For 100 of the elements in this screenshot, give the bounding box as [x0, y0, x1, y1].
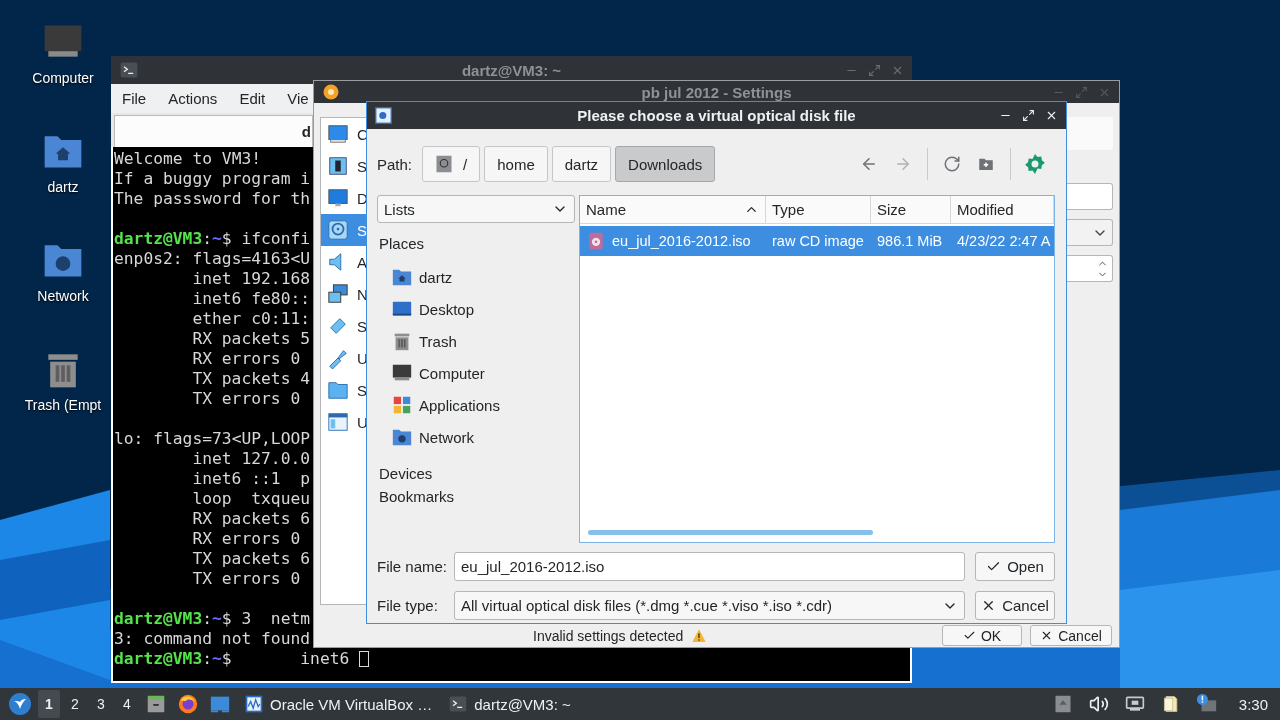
terminal-line: The passsword for th [114, 189, 311, 209]
desktop-icon-label[interactable]: dartz [47, 179, 79, 195]
place-item[interactable]: dartz [377, 261, 575, 293]
ok-button[interactable]: OK [942, 625, 1022, 646]
table-cell: eu_jul_2016-2012.iso [580, 226, 766, 256]
place-item[interactable]: Computer [377, 357, 575, 389]
spin-box[interactable] [1067, 255, 1113, 282]
workspace-button[interactable]: 4 [116, 690, 138, 718]
cancel-button[interactable]: Cancel [975, 591, 1055, 620]
place-item[interactable]: Applications [377, 389, 575, 421]
workspace-button[interactable]: 1 [38, 690, 60, 718]
table-cell-text: raw CD image [771, 232, 865, 251]
terminal-line: TX errors 0 [191, 389, 301, 409]
window-icon [327, 411, 349, 433]
terminal-line: TX packets 6 [191, 549, 311, 569]
drive-icon [435, 154, 454, 174]
path-button[interactable]: Downloads [615, 146, 716, 182]
terminal-line: If a buggy program i [114, 169, 311, 189]
cancel-button[interactable]: Cancel [1030, 625, 1112, 646]
column-header[interactable]: Type [766, 196, 871, 223]
path-button[interactable]: / [422, 146, 481, 182]
settings-section[interactable]: S [321, 150, 366, 182]
terminal-line: dartz@VM3:~$ 3 netm [114, 609, 311, 629]
open-button[interactable]: Open [975, 552, 1055, 581]
table-cell-text: 986.1 MiB [876, 232, 944, 251]
settings-section[interactable]: U [321, 406, 366, 438]
file-type-dropdown[interactable]: All virtual optical disk files (*.dmg *.cue *.viso *.iso *.cdr) [454, 591, 965, 620]
menu-item[interactable]: Vie [287, 90, 317, 107]
window-title: dartz@VM3: ~ [461, 61, 562, 79]
maximize-icon[interactable] [1022, 109, 1035, 122]
start-button[interactable] [6, 690, 34, 718]
terminal-line: loop txqueu [191, 489, 311, 509]
terminal-tab[interactable]: d [114, 115, 313, 147]
monitor-graph-icon [244, 694, 264, 714]
settings-section[interactable]: S [321, 310, 366, 342]
network-icon [327, 283, 349, 305]
terminal-line: RX packets 5 [191, 329, 311, 349]
status-message: Invalid settings detected [533, 627, 684, 644]
taskbar-task[interactable]: Oracle VM VirtualBox … [238, 689, 439, 719]
menu-item[interactable]: Edit [239, 90, 274, 107]
desktop-icon-label[interactable]: Network [37, 288, 89, 304]
terminal-line: inet6 ::1 p [191, 469, 311, 489]
clock[interactable]: 3:30 [1238, 695, 1268, 713]
text-field[interactable] [1067, 183, 1113, 210]
settings-section[interactable]: N [321, 278, 366, 310]
workspace-button[interactable]: 3 [90, 690, 112, 718]
terminal-line: lo: flags=73<UP,LOOP [114, 429, 311, 449]
terminal-icon [119, 60, 139, 80]
terminal-line: TX packets 4 [191, 369, 311, 389]
terminal-line: inet6 [300, 649, 350, 669]
monitor-icon [327, 187, 349, 209]
view-dropdown[interactable]: Lists [377, 195, 575, 223]
terminal-line: inet 192.168 [191, 269, 311, 289]
close-icon[interactable] [1045, 109, 1058, 122]
terminal-line: TX errors 0 [191, 569, 301, 589]
scrollbar-thumb[interactable] [588, 530, 873, 535]
terminal-line: enp0s2: flags=4163<U [114, 249, 311, 269]
terminal-line: RX errors 0 [191, 529, 301, 549]
path-button[interactable]: home [484, 146, 548, 182]
terminal-line: RX errors 0 [191, 349, 301, 369]
column-header[interactable]: Size [871, 196, 951, 223]
taskbar-task[interactable]: dartz@VM3: ~ [442, 689, 577, 719]
app-icon [375, 107, 392, 124]
terminal-line: dartz@VM3:~$ [114, 649, 232, 669]
desktop-icon-label[interactable]: Computer [32, 70, 94, 86]
terminal-line: inet 127.0.0 [191, 449, 311, 469]
column-header[interactable]: Modified [951, 196, 1054, 223]
network-monitor-icon [1123, 694, 1146, 714]
place-item[interactable]: Desktop [377, 293, 575, 325]
workspace-button[interactable]: 2 [64, 690, 86, 718]
path-button[interactable]: dartz [551, 146, 612, 182]
file-cabinet-icon [145, 693, 167, 715]
place-item[interactable]: Network [377, 421, 575, 453]
plug-icon [327, 315, 349, 337]
settings-section[interactable]: U [321, 342, 366, 374]
terminal-line: dartz@VM3:~$ ifconfi [114, 229, 311, 249]
column-header[interactable]: Name [580, 196, 766, 223]
chip-icon [327, 155, 349, 177]
place-item[interactable]: Trash [377, 325, 575, 357]
monitor-icon [327, 123, 349, 145]
terminal-line: RX packets 6 [191, 509, 311, 529]
terminal-line: 3: command not found [114, 629, 311, 649]
desktop-icon-label[interactable]: Trash (Empt [24, 397, 102, 413]
terminal-line: ether c0:11: [191, 309, 311, 329]
file-name-field[interactable]: eu_jul_2016-2012.iso [454, 552, 965, 581]
window-title: pb jul 2012 - Settings [641, 83, 792, 101]
settings-section[interactable]: S [321, 374, 366, 406]
text-cursor [359, 651, 370, 667]
sidebar-heading[interactable]: Places [377, 223, 575, 261]
terminal-line: Welcome to VM3! [114, 149, 262, 169]
terminal-icon [448, 694, 469, 714]
menu-item[interactable]: File [122, 90, 155, 107]
forward-icon [894, 155, 912, 173]
browser-icon [177, 693, 199, 715]
usb-icon [327, 347, 349, 369]
table-cell-text: 4/23/22 2:47 A [956, 232, 1052, 251]
menu-item[interactable]: Actions [168, 90, 226, 107]
dialog-title: Please choose a virtual optical disk file [577, 107, 856, 124]
path-label: Path: [377, 155, 413, 173]
dropdown[interactable] [1067, 219, 1113, 246]
